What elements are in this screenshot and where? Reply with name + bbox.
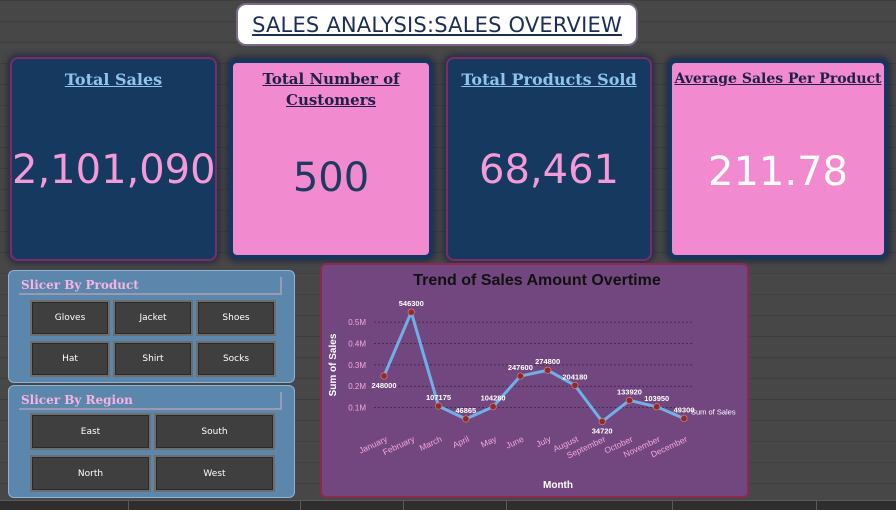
kpi-card-total-sales: Total Sales 2,101,090 (10, 57, 217, 261)
chart-data-label: 546300 (399, 299, 424, 308)
chart-data-point (407, 308, 415, 316)
kpi-title-total-products-sold: Total Products Sold (461, 70, 637, 89)
chart-data-point (680, 414, 688, 423)
chart-data-label: 204180 (562, 372, 587, 381)
chart-data-point (462, 415, 470, 423)
kpi-title-total-sales: Total Sales (64, 70, 163, 89)
kpi-value-total-sales: 2,101,090 (12, 147, 216, 193)
chart-y-tick-label: 0.4M (348, 339, 366, 348)
slicer-region-west[interactable]: West (154, 455, 275, 492)
sheet-tab-bar (0, 500, 896, 510)
slicer-product-shirt[interactable]: Shirt (113, 341, 193, 377)
dashboard-title: SALES ANALYSIS:SALES OVERVIEW (252, 12, 622, 37)
chart-data-point (434, 402, 443, 410)
kpi-title-total-customers: Total Number of Customers (262, 70, 400, 109)
chart-data-label: 107175 (426, 393, 451, 402)
chart-x-tick-label: June (504, 434, 525, 451)
sales-trend-chart[interactable]: Trend of Sales Amount Overtime Sum of Sa… (320, 263, 749, 498)
chart-title: Trend of Sales Amount Overtime (413, 272, 661, 289)
slicer-region-north[interactable]: North (30, 455, 151, 492)
kpi-card-total-products-sold: Total Products Sold 68,461 (446, 57, 652, 261)
chart-data-label: 133920 (617, 387, 642, 396)
chart-y-tick-label: 0.5M (348, 318, 366, 327)
sheet-cell (672, 501, 673, 510)
chart-data-point (571, 381, 579, 389)
slicer-by-product-title: Slicer By Product (19, 277, 282, 295)
chart-data-point (598, 417, 606, 426)
kpi-card-total-customers: Total Number of Customers 500 (229, 59, 433, 259)
chart-y-tick-label: 0.3M (348, 361, 366, 370)
sheet-cell (816, 501, 817, 510)
sheet-cell (403, 501, 404, 510)
chart-x-axis-label: Month (543, 480, 573, 491)
sales-trend-chart-svg: Trend of Sales Amount Overtime Sum of Sa… (328, 272, 736, 491)
chart-y-tick-label: 0.2M (348, 382, 366, 391)
chart-x-tick-label: March (418, 434, 444, 453)
chart-data-label: 247600 (508, 363, 533, 372)
chart-series-line (382, 310, 685, 424)
chart-y-axis-label: Sum of Sales (328, 333, 339, 396)
chart-data-label: 46865 (455, 406, 476, 415)
slicer-by-region: Slicer By Region East South North West (8, 385, 295, 498)
slicer-region-south[interactable]: South (154, 413, 275, 450)
chart-data-label: 274800 (535, 357, 560, 366)
chart-data-point (516, 372, 524, 380)
chart-data-point (544, 366, 552, 374)
kpi-value-total-products-sold: 68,461 (479, 147, 619, 193)
sheet-cell (128, 501, 129, 510)
chart-data-point (653, 403, 661, 411)
kpi-value-average-sales: 211.78 (708, 149, 848, 195)
chart-data-point (489, 403, 497, 411)
slicer-region-east[interactable]: East (30, 413, 151, 450)
chart-x-tick-label: May (479, 433, 498, 449)
chart-x-tick-label: April (451, 434, 471, 450)
sheet-cell (300, 501, 301, 510)
slicer-by-region-title: Slicer By Region (19, 392, 282, 410)
slicer-product-socks[interactable]: Socks (196, 341, 276, 377)
chart-data-label: 104280 (481, 394, 506, 403)
chart-data-point (380, 372, 388, 380)
kpi-card-average-sales: Average Sales Per Product 211.78 (668, 59, 888, 259)
chart-legend-label: Sum of Sales (691, 407, 736, 416)
chart-y-tick-label: 0.1M (348, 404, 366, 413)
slicer-product-shoes[interactable]: Shoes (196, 300, 276, 336)
kpi-value-total-customers: 500 (292, 155, 370, 201)
chart-x-tick-label: July (535, 433, 554, 449)
chart-data-point (625, 396, 634, 404)
kpi-title-average-sales: Average Sales Per Product (674, 71, 882, 87)
slicer-by-product: Slicer By Product Gloves Jacket Shoes Ha… (8, 270, 295, 383)
slicer-product-gloves[interactable]: Gloves (30, 300, 110, 336)
chart-data-label: 248000 (371, 381, 396, 390)
chart-x-tick-label: February (381, 433, 417, 457)
chart-data-label: 103950 (644, 394, 669, 403)
slicer-product-hat[interactable]: Hat (30, 341, 110, 377)
slicer-product-jacket[interactable]: Jacket (113, 300, 193, 336)
dashboard-title-box: SALES ANALYSIS:SALES OVERVIEW (236, 3, 638, 46)
sheet-cell (506, 501, 507, 510)
